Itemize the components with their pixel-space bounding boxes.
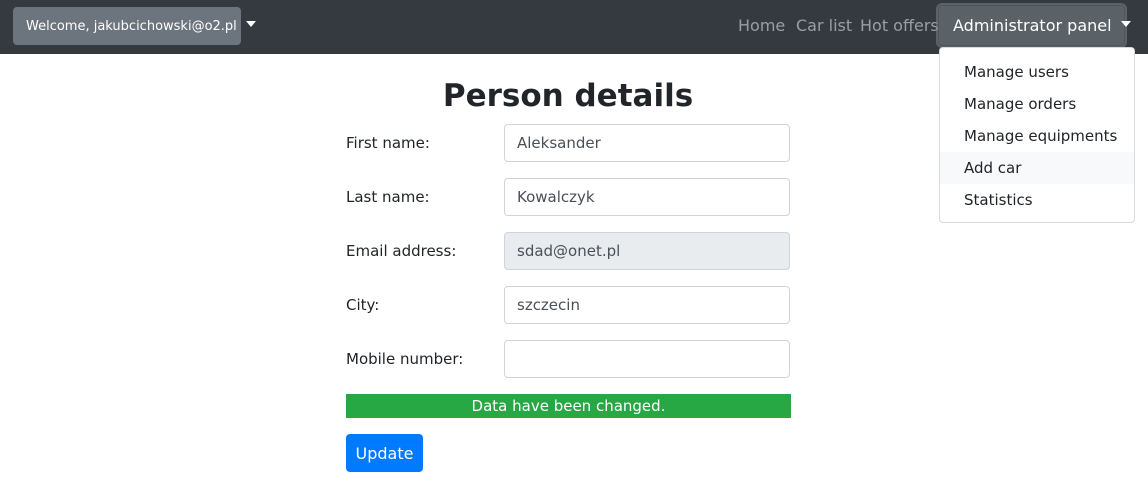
chevron-down-icon [1120,20,1131,27]
nav-link-hot-offers[interactable]: Hot offers [860,16,939,35]
user-menu-button[interactable]: Welcome, jakubcichowski@o2.pl [13,7,256,45]
last-name-field[interactable] [504,178,790,216]
administrator-panel-label: Administrator panel [953,16,1112,35]
nav-link-home[interactable]: Home [738,16,785,35]
user-menu-label: Welcome, jakubcichowski@o2.pl [26,18,237,34]
top-navbar: Welcome, jakubcichowski@o2.pl Home Car l… [0,0,1148,54]
chevron-down-icon [245,21,256,27]
city-label: City: [346,296,380,314]
page-title: Person details [442,78,694,114]
administrator-dropdown-menu: Manage users Manage orders Manage equipm… [939,47,1135,223]
last-name-label: Last name: [346,188,430,206]
city-field[interactable] [504,286,790,324]
nav-link-car-list[interactable]: Car list [796,16,852,35]
first-name-field[interactable] [504,124,790,162]
mobile-number-field[interactable] [504,340,790,378]
administrator-panel-button[interactable]: Administrator panel [938,5,1131,46]
mobile-number-label: Mobile number: [346,350,464,368]
menu-item-manage-equipments[interactable]: Manage equipments [940,120,1134,152]
first-name-label: First name: [346,134,430,152]
email-label: Email address: [346,242,457,260]
update-button[interactable]: Update [346,434,423,472]
menu-item-statistics[interactable]: Statistics [940,184,1134,216]
menu-item-add-car[interactable]: Add car [940,152,1134,184]
email-field[interactable] [504,232,790,270]
status-message: Data have been changed. [346,394,791,418]
